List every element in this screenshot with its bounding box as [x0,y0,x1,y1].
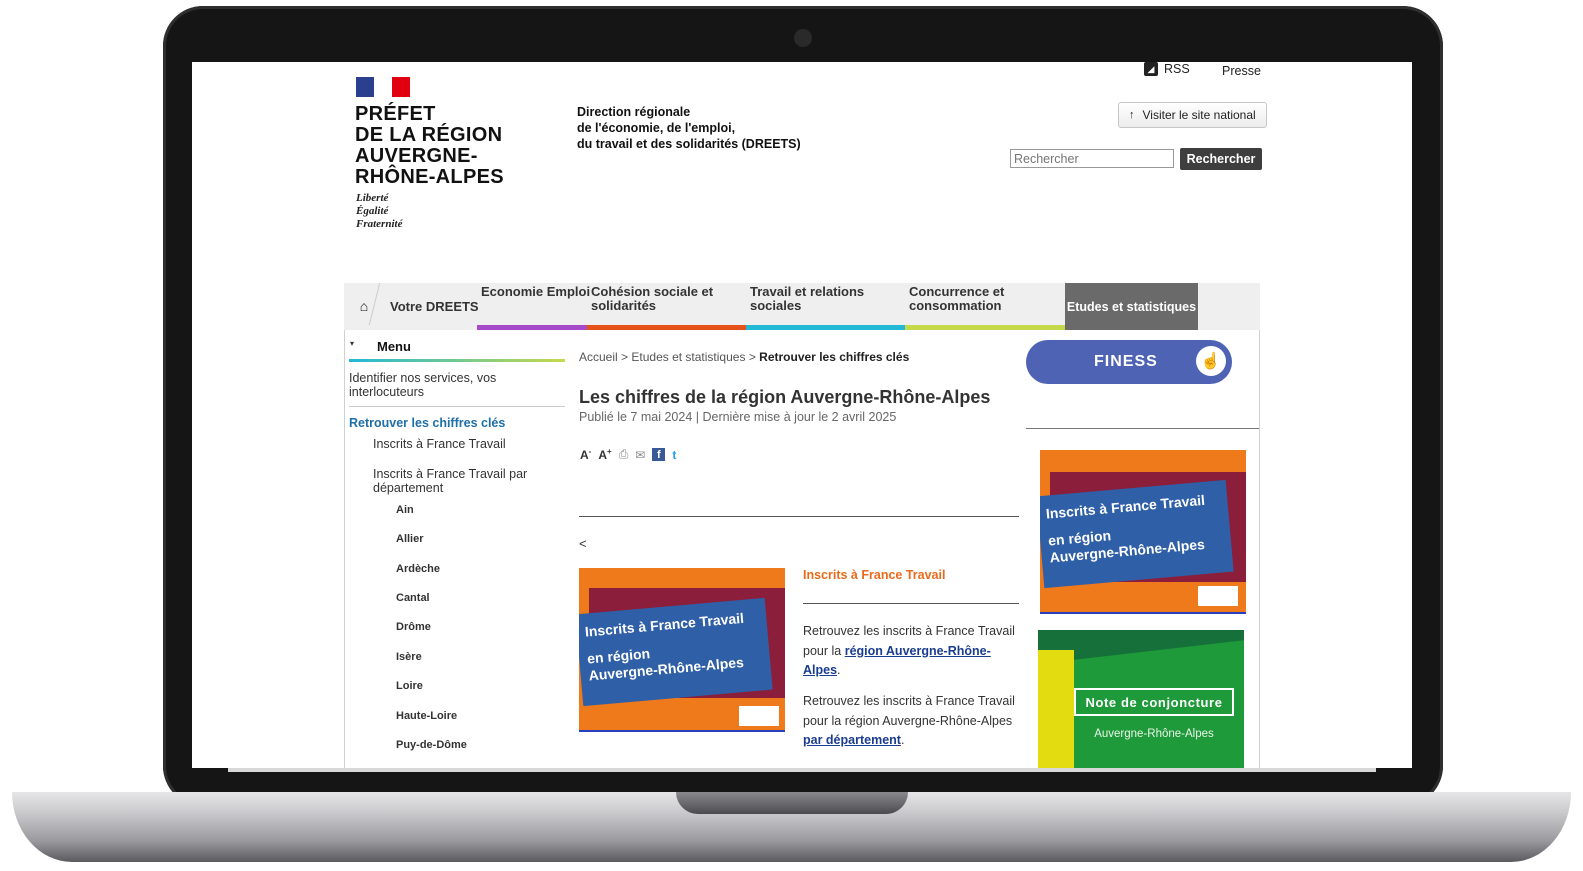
sidebar-dept-allier[interactable]: Allier [396,533,424,545]
breadcrumb: Accueil > Etudes et statistiques > Retro… [579,350,909,364]
sidebar-link-inscrits-departement[interactable]: Inscrits à France Travail par départemen… [373,467,543,495]
search-button[interactable]: Rechercher [1180,148,1262,170]
breadcrumb-section[interactable]: Etudes et statistiques [631,350,745,364]
sidebar-divider [349,406,565,407]
prefet-line: DE LA RÉGION [355,124,503,146]
font-increase-label: A [598,448,608,462]
breadcrumb-separator: > [748,350,756,364]
image-logo [739,706,779,726]
content-border [344,330,345,768]
link-departement[interactable]: par département [803,733,901,747]
dreets-line: Direction régionale [577,105,691,119]
prefet-line: AUVERGNE- [355,145,478,167]
font-decrease-label: A [580,448,589,462]
paragraph-region: Retrouvez les inscrits à France Travail … [803,622,1019,681]
facebook-icon[interactable]: f [652,448,666,461]
nav-bar-concurrence [905,325,1066,330]
nav-economie-emploi[interactable]: Economie Emploi [481,285,591,299]
right-column-divider [1026,428,1259,429]
sidebar-dept-cantal[interactable]: Cantal [396,592,430,604]
content-divider [579,516,1019,517]
rss-icon: ◢ [1144,62,1158,76]
dreets-line: de l'économie, de l'emploi, [577,121,736,135]
dreets-title[interactable]: Direction régionale de l'économie, de l'… [577,104,801,152]
laptop-notch [676,792,908,814]
nav-etudes-statistiques[interactable]: Etudes et statistiques [1065,283,1198,330]
page-title: Les chiffres de la région Auvergne-Rhône… [579,387,991,407]
sidebar-link-inscrits[interactable]: Inscrits à France Travail [373,437,506,451]
motto-line: Fraternité [356,218,403,230]
nav-bar-cohesion [587,325,746,330]
motto-line: Égalité [356,205,389,217]
sidebar-dept-drome[interactable]: Drôme [396,621,431,633]
section-divider [803,603,1019,604]
menu-underline [349,359,565,362]
nav-bar-economie [477,325,587,330]
prefet-title[interactable]: PRÉFET DE LA RÉGION AUVERGNE- RHÔNE-ALPE… [355,104,504,188]
article-toolbar: A- A+ ⎙ ✉ f t [580,447,676,462]
finess-button[interactable]: FINESS ☝ [1026,340,1232,384]
print-icon[interactable]: ⎙ [619,447,629,462]
menu-title[interactable]: Menu [377,339,411,354]
sidebar-link-chiffres-cles[interactable]: Retrouver les chiffres clés [349,416,505,430]
font-decrease-button[interactable]: A- [580,447,591,462]
french-flag-logo [356,77,410,97]
visit-label: Visiter le site national [1142,108,1256,122]
nav-concurrence[interactable]: Concurrence et consommation [909,285,1049,313]
browser-screen: PRÉFET DE LA RÉGION AUVERGNE- RHÔNE-ALPE… [192,62,1412,768]
section-title-inscrits[interactable]: Inscrits à France Travail [803,568,945,582]
nav-travail-relations[interactable]: Travail et relations sociales [750,285,890,313]
prefet-line: PRÉFET [355,103,436,125]
card-logo [1198,586,1238,606]
republic-motto: Liberté Égalité Fraternité [356,192,402,231]
note-title: Note de conjoncture [1074,688,1234,716]
published-date: Publié le 7 mai 2024 | Dernière mise à j… [579,410,897,424]
screen-edge [228,768,1376,772]
presse-link[interactable]: Presse [1222,64,1261,78]
inscrits-image[interactable]: Inscrits à France Travail en région Auve… [579,568,785,732]
font-increase-button[interactable]: A+ [598,447,611,462]
card-shape [1038,650,1074,768]
paragraph-text: Retrouvez les inscrits à France Travail … [803,694,1015,728]
caret-down-icon: ▾ [350,339,355,348]
breadcrumb-current: Retrouver les chiffres clés [759,350,910,364]
sidebar-dept-haute-loire[interactable]: Haute-Loire [396,710,457,722]
twitter-icon[interactable]: t [672,448,676,462]
email-icon[interactable]: ✉ [635,448,645,462]
motto-line: Liberté [356,192,389,204]
breadcrumb-home[interactable]: Accueil [579,350,618,364]
carousel-prev-button[interactable]: < [579,536,587,551]
sidebar-dept-ardeche[interactable]: Ardèche [396,563,440,575]
sidebar-dept-isere[interactable]: Isère [396,651,422,663]
finess-label: FINESS [1094,353,1158,370]
nav-cohesion-sociale[interactable]: Cohésion sociale et solidarités [591,285,741,313]
rss-link[interactable]: ◢ RSS [1144,62,1190,76]
nav-bar-travail [746,325,905,330]
nav-votre-dreets[interactable]: Votre DREETS [390,300,479,314]
main-nav: ⌂ Votre DREETS Economie Emploi Cohésion … [344,283,1260,330]
sidebar-dept-loire[interactable]: Loire [396,680,423,692]
paragraph-text: . [900,733,905,747]
sidebar-link-services[interactable]: Identifier nos services, vos interlocute… [349,371,549,399]
paragraph-departement: Retrouvez les inscrits à France Travail … [803,692,1019,751]
note-conjoncture-card[interactable]: Note de conjoncture Auvergne-Rhône-Alpes [1038,630,1244,768]
inscrits-promo-card[interactable]: Inscrits à France Travail en région Auve… [1040,450,1246,614]
arrow-up-icon: ↑ [1129,109,1135,121]
rss-label: RSS [1164,62,1190,76]
dreets-line: du travail et des solidarités (DREETS) [577,137,801,151]
pointer-icon: ☝ [1196,346,1226,376]
content-border [1259,330,1260,768]
search-input[interactable] [1010,149,1174,168]
camera-icon [794,29,812,47]
sidebar-dept-ain[interactable]: Ain [396,504,414,516]
sidebar-dept-puy-de-dome[interactable]: Puy-de-Dôme [396,739,467,751]
paragraph-text: . [837,663,841,677]
breadcrumb-separator: > [621,350,629,364]
visit-national-site-button[interactable]: ↑ Visiter le site national [1118,102,1267,128]
note-subtitle: Auvergne-Rhône-Alpes [1094,728,1214,740]
prefet-line: RHÔNE-ALPES [355,166,504,188]
